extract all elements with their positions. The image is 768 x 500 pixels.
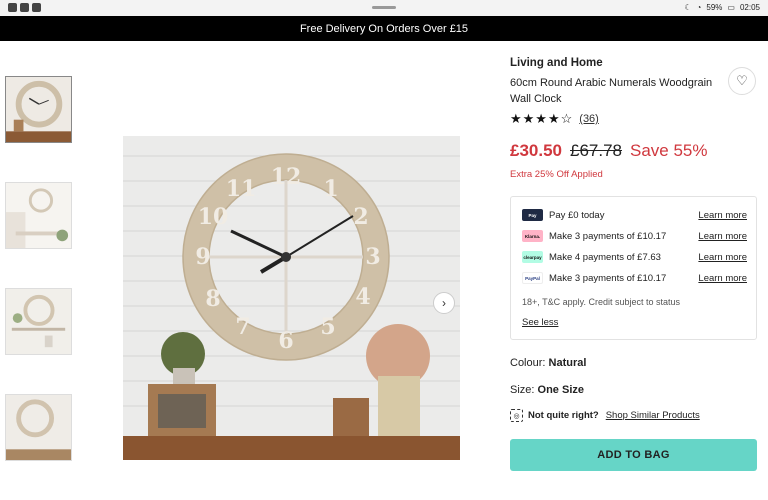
delivery-banner[interactable]: Free Delivery On Orders Over £15 — [0, 16, 768, 41]
banner-text: Free Delivery On Orders Over £15 — [299, 22, 469, 35]
current-price: £30.50 — [510, 141, 562, 160]
notification-icon — [20, 3, 29, 12]
rating-stars: ★★★★☆ — [510, 111, 574, 126]
svg-text:1: 1 — [323, 176, 338, 202]
notification-icon — [32, 3, 41, 12]
svg-text:11: 11 — [226, 176, 257, 202]
chevron-right-icon[interactable]: › — [433, 292, 455, 314]
svg-text:3: 3 — [365, 244, 380, 270]
product-brand[interactable]: Living and Home — [510, 57, 760, 69]
payment-option-klarna: Klarna. Make 3 payments of £10.17 Learn … — [522, 229, 747, 243]
heart-icon[interactable]: ♡ — [728, 67, 756, 95]
svg-text:12: 12 — [271, 164, 302, 190]
room-thumbnail-image — [6, 183, 71, 248]
svg-text:2: 2 — [353, 204, 368, 230]
klarna-logo-icon: Klarna. — [522, 230, 543, 242]
payment-option-clearpay: clearpay Make 4 payments of £7.63 Learn … — [522, 250, 747, 264]
svg-text:10: 10 — [198, 204, 229, 230]
pay-logo-icon: Pay — [522, 209, 543, 221]
not-quite-right-row: ◎ Not quite right? Shop Similar Products — [510, 409, 700, 422]
notification-icon — [8, 3, 17, 12]
savings-label: Save 55% — [630, 141, 708, 160]
price-block: £30.50 £67.78 Save 55% — [510, 141, 760, 161]
paypal-logo-icon: PayPal — [522, 272, 543, 284]
payment-text: Make 3 payments of £10.17 — [549, 272, 667, 284]
payment-option-pay: Pay Pay £0 today Learn more — [522, 208, 747, 222]
learn-more-link[interactable]: Learn more — [698, 210, 747, 221]
clock-product-photo: 12 12 3 45 6 78 9 1011 — [123, 136, 460, 460]
not-quite-right-text: Not quite right? — [528, 410, 599, 421]
lifestyle-thumbnail-image — [6, 289, 71, 354]
svg-text:7: 7 — [235, 314, 250, 340]
status-right: ☾ ◔ 59% ▭ 02:05 — [684, 3, 760, 12]
payment-text: Pay £0 today — [549, 209, 605, 221]
learn-more-link[interactable]: Learn more — [698, 231, 747, 242]
svg-text:8: 8 — [205, 286, 220, 312]
battery-icon: ▭ — [727, 3, 735, 12]
product-title: 60cm Round Arabic Numerals Woodgrain Wal… — [510, 77, 713, 105]
credit-note: 18+, T&C apply. Credit subject to status — [522, 297, 680, 307]
original-price: £67.78 — [570, 141, 622, 160]
svg-text:5: 5 — [320, 314, 335, 340]
thumbnail-2[interactable] — [5, 182, 72, 249]
clearpay-logo-icon: clearpay — [522, 251, 543, 263]
battery-percent: 59% — [706, 3, 723, 12]
thumbnail-1[interactable] — [5, 76, 72, 143]
payment-text: Make 3 payments of £10.17 — [549, 230, 667, 242]
clock-thumbnail-image — [6, 77, 71, 142]
svg-text:6: 6 — [278, 328, 293, 354]
payment-options-box: Pay Pay £0 today Learn more Klarna. Make… — [510, 196, 757, 340]
svg-text:9: 9 — [195, 244, 210, 270]
notification-icons — [8, 3, 41, 12]
detail-thumbnail-image — [6, 395, 71, 460]
thumbnail-4[interactable] — [5, 394, 72, 461]
payment-text: Make 4 payments of £7.63 — [549, 251, 661, 263]
colour-selector[interactable]: Colour: Natural — [510, 357, 586, 369]
size-label: Size: — [510, 384, 535, 396]
promo-applied: Extra 25% Off Applied — [510, 169, 603, 180]
product-rating[interactable]: ★★★★☆ (36) — [510, 111, 760, 127]
colour-label: Colour: — [510, 357, 546, 369]
clock-time: 02:05 — [739, 3, 760, 12]
shop-similar-link[interactable]: Shop Similar Products — [606, 410, 700, 421]
thumbnail-3[interactable] — [5, 288, 72, 355]
product-info: Living and Home 60cm Round Arabic Numera… — [510, 57, 760, 180]
visual-search-icon: ◎ — [510, 409, 523, 422]
size-value: One Size — [537, 384, 584, 396]
system-status-bar: ☾ ◔ 59% ▭ 02:05 — [0, 0, 768, 16]
svg-text:4: 4 — [355, 284, 370, 310]
review-count[interactable]: (36) — [579, 113, 599, 125]
wifi-icon: ◔ — [696, 3, 702, 12]
colour-value: Natural — [548, 357, 587, 369]
see-less-link[interactable]: See less — [522, 317, 558, 328]
payment-option-paypal: PayPal Make 3 payments of £10.17 Learn m… — [522, 271, 747, 285]
moon-icon: ☾ — [684, 3, 692, 12]
thumbnail-gallery — [5, 76, 73, 500]
add-to-bag-button[interactable]: ADD TO BAG — [510, 439, 757, 471]
learn-more-link[interactable]: Learn more — [698, 252, 747, 263]
drag-handle[interactable] — [372, 6, 396, 9]
learn-more-link[interactable]: Learn more — [698, 273, 747, 284]
size-selector[interactable]: Size: One Size — [510, 384, 584, 396]
main-product-image[interactable]: 12 1 2 3 45 6 78 9 10 11 — [123, 136, 460, 460]
